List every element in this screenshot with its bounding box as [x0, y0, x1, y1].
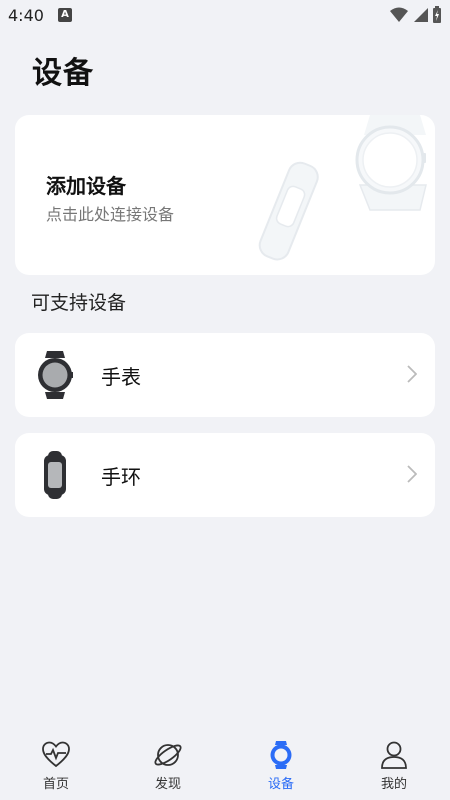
supported-devices-label: 可支持设备 [31, 292, 127, 314]
status-bar: 4:40 A [0, 0, 450, 32]
status-time: 4:40 [8, 6, 44, 25]
page-title: 设备 [32, 56, 94, 91]
chevron-right-icon [407, 465, 417, 483]
notification-icon: A [58, 8, 72, 22]
device-item-band[interactable]: 手环 [15, 433, 435, 517]
nav-label-home: 首页 [42, 777, 69, 792]
profile-icon [381, 741, 407, 769]
device-label-band: 手环 [101, 465, 141, 489]
wifi-icon [390, 7, 408, 22]
nav-item-discover[interactable]: 发现 [112, 730, 224, 800]
nav-item-home[interactable]: 首页 [0, 730, 112, 800]
nav-label-discover: 发现 [154, 777, 181, 792]
bottom-nav: 首页 发现 设备 我的 [0, 730, 450, 800]
add-device-card[interactable]: 添加设备 点击此处连接设备 [15, 115, 435, 275]
device-label-watch: 手表 [101, 365, 141, 389]
device-item-watch[interactable]: 手表 [15, 333, 435, 417]
nav-item-profile[interactable]: 我的 [338, 730, 450, 800]
chevron-right-icon [407, 365, 417, 383]
nav-item-device[interactable]: 设备 [225, 730, 337, 800]
add-device-title: 添加设备 [46, 174, 126, 198]
battery-icon [433, 6, 441, 23]
status-icons [390, 6, 442, 24]
planet-icon [154, 744, 182, 766]
watch-icon [38, 351, 73, 399]
add-device-subtitle: 点击此处连接设备 [46, 205, 175, 224]
nav-label-device: 设备 [267, 777, 294, 792]
device-icon [270, 741, 292, 769]
nav-label-profile: 我的 [380, 777, 407, 792]
heart-pulse-icon [42, 741, 70, 768]
band-icon [44, 451, 66, 499]
device-illustration-icon [258, 115, 427, 261]
signal-icon [414, 8, 428, 22]
